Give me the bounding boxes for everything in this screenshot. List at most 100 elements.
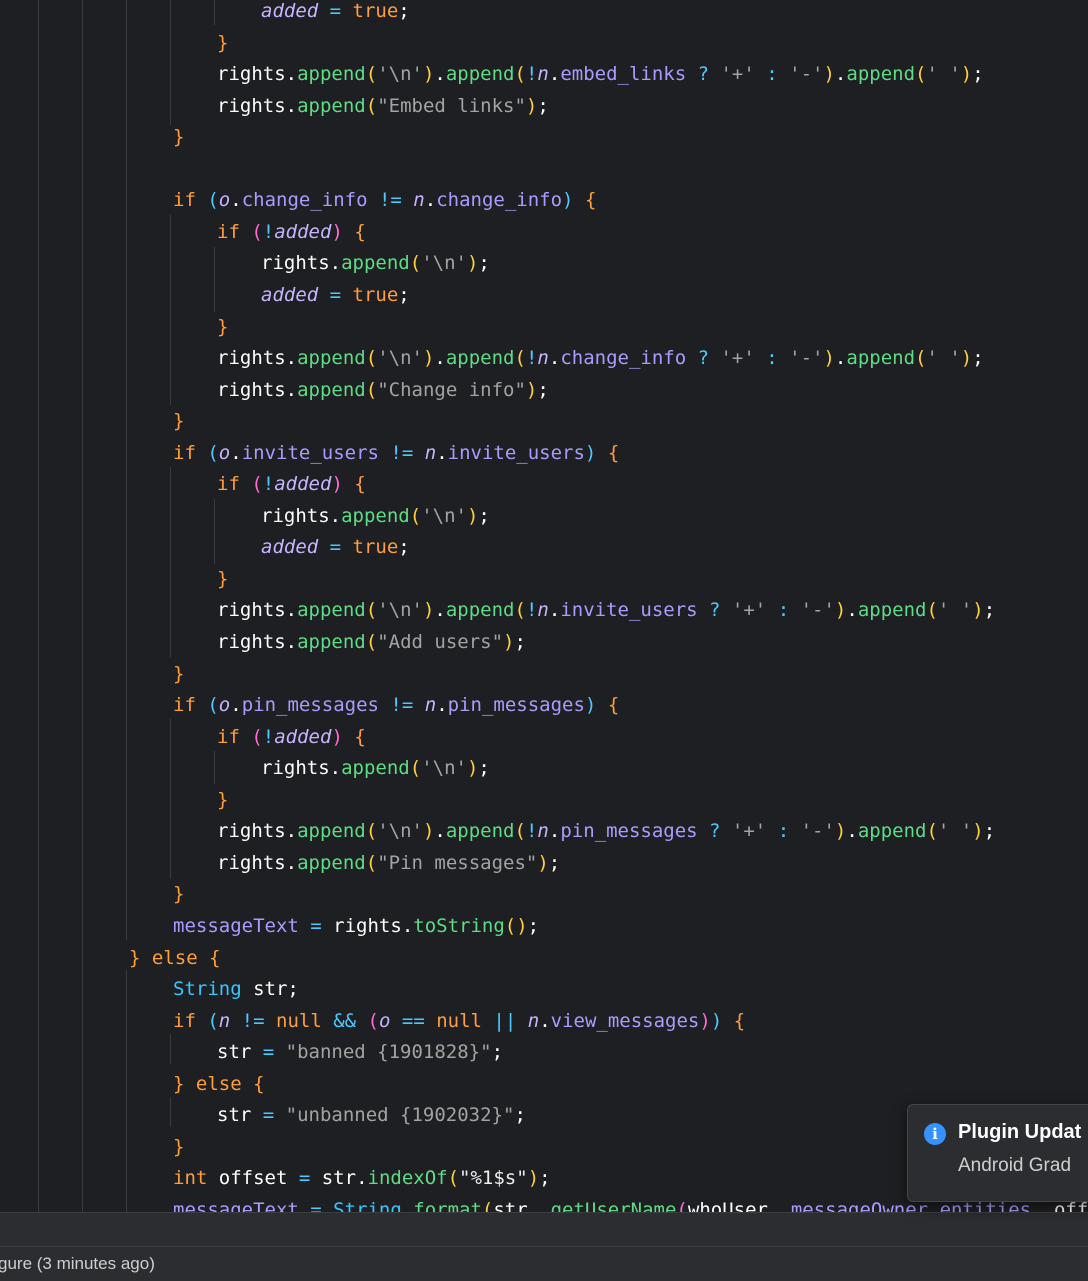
- code-line[interactable]: rights.append("Embed links");: [217, 90, 549, 122]
- code-token: '\n': [421, 757, 467, 780]
- code-token: ;: [514, 631, 526, 653]
- code-token: .: [285, 851, 298, 874]
- code-token: added: [274, 473, 332, 496]
- code-line[interactable]: }: [173, 878, 184, 910]
- code-token: change_info: [560, 347, 687, 370]
- code-token: ' ': [926, 63, 961, 86]
- code-token: ): [710, 1009, 723, 1032]
- code-line[interactable]: if (o.change_info != n.change_info) {: [173, 184, 596, 216]
- code-token: ): [960, 347, 973, 370]
- code-line[interactable]: } else {: [173, 1068, 265, 1100]
- code-line[interactable]: if (n != null && (o == null || n.view_me…: [173, 1005, 745, 1037]
- horizontal-scrollbar[interactable]: [0, 1212, 1088, 1247]
- code-line[interactable]: rights.append('\n');: [261, 247, 490, 279]
- code-token: =: [298, 914, 334, 937]
- code-line[interactable]: if (!added) {: [217, 468, 366, 500]
- notification-body: Android Grad: [958, 1155, 1072, 1176]
- code-token: ): [525, 94, 538, 117]
- code-token: format: [413, 1198, 482, 1212]
- code-token: ,: [767, 1198, 791, 1212]
- code-token: (: [207, 441, 219, 464]
- code-token: rights: [217, 63, 286, 86]
- code-token: append: [846, 347, 916, 370]
- code-token: o: [378, 1009, 391, 1032]
- code-token: .: [434, 820, 446, 843]
- code-line[interactable]: if (!added) {: [217, 721, 366, 753]
- code-token: }: [129, 946, 141, 969]
- code-line[interactable]: rights.append('\n');: [261, 752, 490, 784]
- code-token: append: [297, 63, 366, 86]
- code-editor[interactable]: added = true;} rights.append('\n').append…: [0, 0, 1088, 1212]
- code-token: .: [285, 599, 298, 622]
- code-token: ): [331, 473, 343, 496]
- code-token: '\n': [421, 504, 467, 527]
- code-token: }: [173, 1072, 185, 1095]
- notification-title: Plugin Updat: [958, 1121, 1082, 1143]
- code-token: ): [422, 63, 435, 86]
- code-line[interactable]: } else {: [129, 942, 221, 974]
- code-token: append: [297, 94, 366, 117]
- code-line[interactable]: added = true;: [261, 0, 410, 27]
- indent-guide: [214, 751, 215, 784]
- code-token: String: [173, 978, 242, 1001]
- code-line[interactable]: }: [173, 121, 184, 153]
- code-token: (: [365, 347, 378, 370]
- code-token: }: [173, 410, 185, 433]
- code-line[interactable]: }: [217, 311, 228, 343]
- code-token: !: [262, 725, 275, 748]
- code-line[interactable]: }: [217, 563, 228, 595]
- code-line[interactable]: str = "banned {1901828}";: [217, 1036, 503, 1068]
- code-token: getUserName: [550, 1198, 677, 1212]
- code-line[interactable]: }: [217, 27, 228, 59]
- code-line[interactable]: int offset = str.indexOf("%1$s");: [173, 1162, 551, 1194]
- code-line[interactable]: rights.append('\n').append(!n.embed_link…: [217, 58, 984, 90]
- code-token: "%1$s": [459, 1167, 528, 1190]
- code-token: ;: [478, 504, 490, 527]
- code-line[interactable]: }: [173, 658, 184, 690]
- code-token: ' ': [937, 599, 973, 622]
- code-token: {: [209, 946, 221, 969]
- code-line[interactable]: rights.append('\n').append(!n.change_inf…: [217, 342, 984, 374]
- code-line[interactable]: }: [217, 784, 228, 816]
- code-token: =: [318, 536, 353, 559]
- code-token: (: [251, 220, 263, 243]
- code-token: (: [365, 599, 378, 622]
- code-line[interactable]: }: [173, 1131, 184, 1163]
- code-line[interactable]: }: [173, 405, 184, 437]
- code-token: invite_users: [447, 441, 585, 464]
- code-line[interactable]: rights.append('\n').append(!n.invite_use…: [217, 594, 995, 626]
- code-token: rights: [217, 851, 286, 874]
- code-line[interactable]: rights.append("Add users");: [217, 626, 526, 658]
- status-text[interactable]: gure (3 minutes ago): [0, 1247, 155, 1281]
- code-token: =: [287, 1167, 322, 1190]
- code-token: ): [422, 599, 435, 622]
- code-token: :: [766, 820, 801, 843]
- code-line[interactable]: if (o.pin_messages != n.pin_messages) {: [173, 689, 619, 721]
- code-token: append: [857, 820, 927, 843]
- code-token: }: [173, 883, 185, 906]
- code-line[interactable]: String str;: [173, 973, 299, 1005]
- code-token: rights: [261, 504, 330, 527]
- code-token: ;: [983, 599, 996, 622]
- code-token: .: [846, 599, 858, 622]
- code-token: rights: [217, 599, 286, 622]
- code-line[interactable]: rights.append("Change info");: [217, 374, 549, 406]
- code-token: if: [217, 220, 252, 243]
- indent-guide: [126, 970, 127, 1212]
- code-line[interactable]: rights.append('\n');: [261, 500, 490, 532]
- plugin-update-notification[interactable]: i Plugin Updat Android Grad: [907, 1104, 1088, 1202]
- code-line[interactable]: rights.append('\n').append(!n.pin_messag…: [217, 815, 995, 847]
- code-token: if: [173, 441, 208, 464]
- code-token: .: [548, 599, 561, 622]
- code-line[interactable]: added = true;: [261, 279, 410, 311]
- code-token: invite_users: [241, 441, 379, 464]
- code-line[interactable]: if (o.invite_users != n.invite_users) {: [173, 437, 619, 469]
- code-token: ?: [697, 820, 732, 843]
- code-line[interactable]: added = true;: [261, 531, 410, 563]
- code-line[interactable]: rights.append("Pin messages");: [217, 847, 560, 879]
- code-token: embed_links: [560, 63, 687, 86]
- code-token: {: [253, 1072, 265, 1095]
- code-line[interactable]: str = "unbanned {1902032}";: [217, 1099, 526, 1131]
- code-line[interactable]: messageText = rights.toString();: [173, 910, 539, 942]
- code-line[interactable]: if (!added) {: [217, 216, 366, 248]
